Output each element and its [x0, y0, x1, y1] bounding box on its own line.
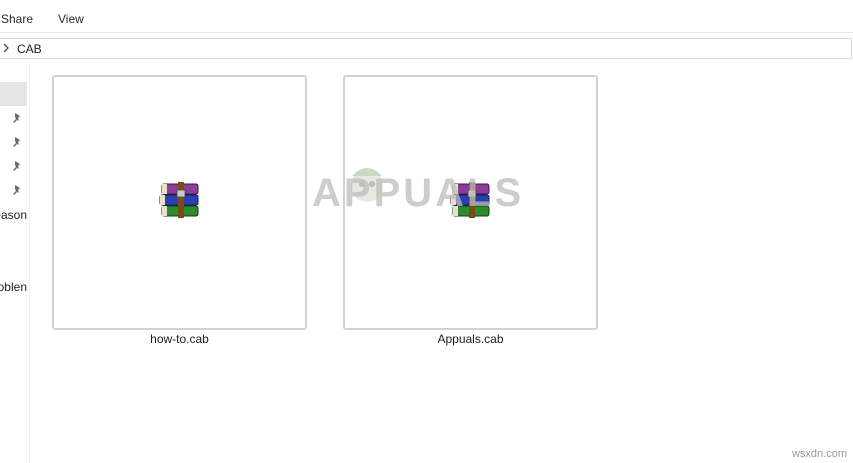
pin-icon[interactable] [12, 184, 22, 196]
nav-item-label[interactable]: eason [0, 208, 27, 222]
pin-icon[interactable] [12, 136, 22, 148]
pin-icon[interactable] [12, 112, 22, 124]
breadcrumb-folder[interactable]: CAB [17, 42, 42, 56]
file-name[interactable]: how-to.cab [52, 332, 307, 346]
nav-item-selected[interactable] [0, 82, 27, 106]
navigation-pane: eason roblen [0, 62, 30, 463]
file-tile[interactable] [52, 75, 307, 330]
appuals-watermark: APPUALS [312, 171, 525, 215]
winrar-archive-icon [159, 182, 199, 218]
file-name[interactable]: Appuals.cab [343, 332, 598, 346]
tab-share[interactable]: Share [1, 12, 33, 26]
site-watermark: wsxdn.com [791, 448, 847, 460]
tab-view[interactable]: View [58, 12, 84, 26]
ribbon-bar: Share View [0, 0, 853, 33]
pin-icon[interactable] [12, 160, 22, 172]
nav-item-label[interactable]: roblen [0, 280, 27, 294]
address-bar[interactable]: CAB [0, 38, 852, 59]
chevron-right-icon[interactable] [2, 42, 10, 57]
